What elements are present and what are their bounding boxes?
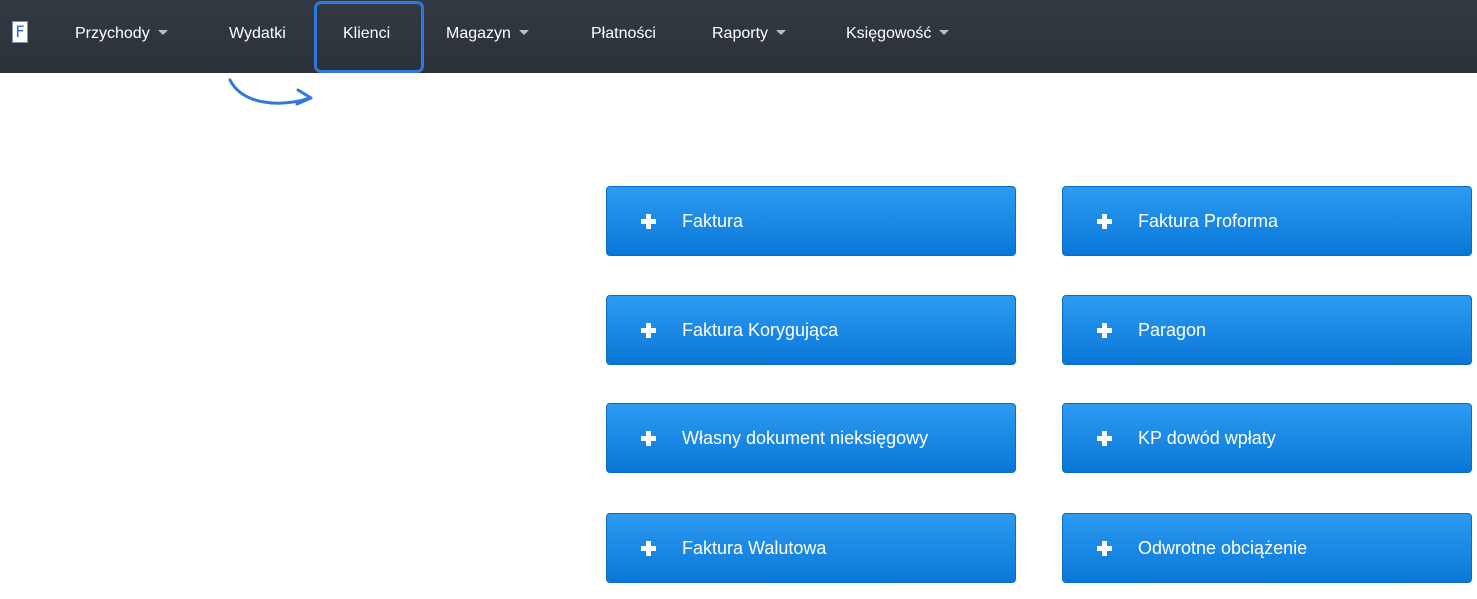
button-label: Faktura Walutowa	[682, 538, 827, 558]
plus-icon	[641, 323, 656, 338]
caret-down-icon	[939, 30, 950, 35]
caret-down-icon	[518, 30, 529, 35]
nav-item-label: Płatności	[591, 25, 656, 42]
add-wlasny-dokument-button[interactable]: Własny dokument nieksięgowy	[606, 403, 1016, 473]
nav-item-przychody[interactable]: Przychody	[75, 0, 168, 73]
button-label: Paragon	[1138, 320, 1207, 340]
nav-item-magazyn[interactable]: Magazyn	[446, 0, 529, 73]
plus-icon	[1097, 323, 1112, 338]
button-label: Odwrotne obciążenie	[1138, 538, 1308, 558]
button-label: KP dowód wpłaty	[1138, 428, 1276, 448]
nav-item-platnosci[interactable]: Płatności	[591, 0, 656, 73]
top-navbar: F Przychody Wydatki Klienci Magazyn Płat…	[0, 0, 1477, 73]
nav-item-label: Księgowość	[846, 25, 932, 42]
plus-icon	[641, 431, 656, 446]
button-label: Faktura Korygująca	[682, 320, 839, 340]
app-logo-icon[interactable]: F	[12, 21, 28, 43]
nav-item-wydatki[interactable]: Wydatki	[229, 0, 286, 73]
nav-item-label: Wydatki	[229, 25, 286, 42]
curved-arrow-icon	[228, 78, 313, 106]
add-faktura-walutowa-button[interactable]: Faktura Walutowa	[606, 513, 1016, 583]
nav-item-label: Przychody	[75, 25, 150, 42]
add-faktura-korygujaca-button[interactable]: Faktura Korygująca	[606, 295, 1016, 365]
nav-item-ksiegowosc[interactable]: Księgowość	[846, 0, 950, 73]
plus-icon	[641, 214, 656, 229]
nav-item-label: Raporty	[712, 25, 769, 42]
add-faktura-button[interactable]: Faktura	[606, 186, 1016, 256]
plus-icon	[1097, 431, 1112, 446]
plus-icon	[1097, 214, 1112, 229]
caret-down-icon	[776, 30, 787, 35]
plus-icon	[1097, 541, 1112, 556]
nav-item-label: Magazyn	[446, 25, 511, 42]
button-label: Faktura	[682, 211, 744, 231]
add-kp-dowod-wplaty-button[interactable]: KP dowód wpłaty	[1062, 403, 1472, 473]
plus-icon	[641, 541, 656, 556]
button-label: Własny dokument nieksięgowy	[682, 428, 929, 448]
add-faktura-proforma-button[interactable]: Faktura Proforma	[1062, 186, 1472, 256]
button-label: Faktura Proforma	[1138, 211, 1279, 231]
add-paragon-button[interactable]: Paragon	[1062, 295, 1472, 365]
nav-item-label: Klienci	[343, 25, 391, 42]
add-odwrotne-obciazenie-button[interactable]: Odwrotne obciążenie	[1062, 513, 1472, 583]
nav-item-klienci[interactable]: Klienci	[343, 0, 390, 73]
caret-down-icon	[157, 30, 168, 35]
nav-item-raporty[interactable]: Raporty	[712, 0, 787, 73]
